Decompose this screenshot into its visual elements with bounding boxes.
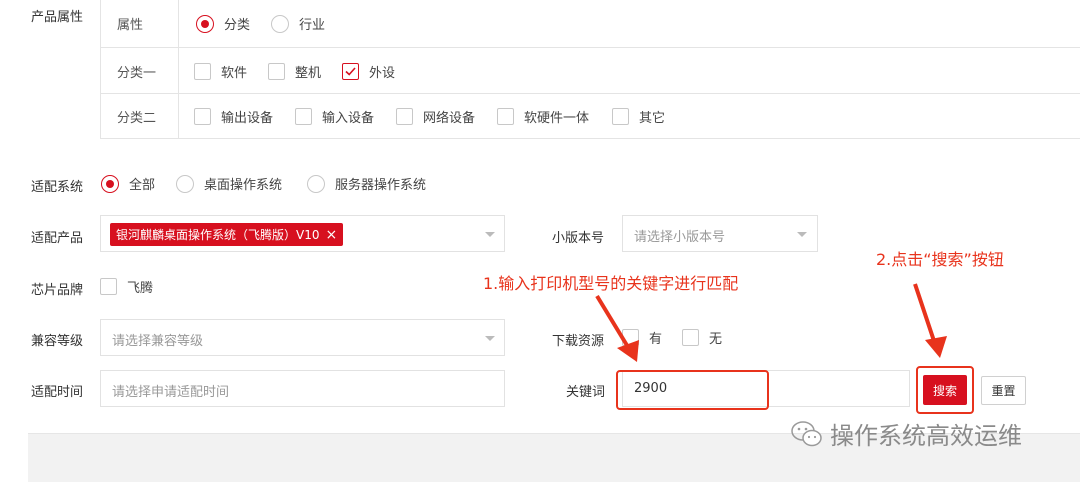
compat-level-label: 兼容等级 <box>31 334 84 349</box>
attr-option-industry[interactable]: 行业 <box>271 14 325 33</box>
cat1-option-peripheral[interactable]: 外设 <box>342 62 395 81</box>
radio-icon <box>307 174 325 193</box>
compat-level-placeholder: 请选择兼容等级 <box>112 334 204 349</box>
watermark-text: 操作系统高效运维 <box>830 422 1022 450</box>
minor-version-placeholder: 请选择小版本号 <box>634 230 726 245</box>
system-option-server[interactable]: 服务器操作系统 <box>307 174 426 193</box>
cat2-option-network[interactable]: 网络设备 <box>396 107 475 126</box>
adapt-product-select[interactable]: 银河麒麟桌面操作系统（飞腾版）V10 × <box>100 215 505 252</box>
cat1-option-software[interactable]: 软件 <box>194 62 247 81</box>
checkbox-icon <box>100 278 117 295</box>
chevron-down-icon <box>485 232 495 237</box>
adapt-product-label: 适配产品 <box>31 231 84 246</box>
wechat-icon <box>791 420 822 446</box>
product-attr-label: 产品属性 <box>31 10 84 25</box>
cat2-option-other[interactable]: 其它 <box>612 107 665 126</box>
chip-brand-label: 芯片品牌 <box>31 283 84 298</box>
cat2-option-integrated[interactable]: 软硬件一体 <box>497 107 589 126</box>
tag-close-icon[interactable]: × <box>325 227 337 243</box>
adapt-time-placeholder: 请选择申请适配时间 <box>112 385 230 400</box>
checkbox-icon <box>612 108 629 125</box>
cat1-option-machine[interactable]: 整机 <box>268 62 321 81</box>
checkbox-icon <box>682 329 699 346</box>
minor-version-select[interactable]: 请选择小版本号 <box>622 215 818 252</box>
search-button[interactable]: 搜索 <box>923 375 967 405</box>
product-attr-table: 属性 分类 行业 分类一 软件 整机 外设 分类二 输出设备 输入设备 网络设备… <box>100 0 1080 139</box>
checkbox-icon <box>194 108 211 125</box>
checkbox-icon <box>268 63 285 80</box>
attr-row-label: 属性 <box>117 18 144 33</box>
selected-product-tag: 银河麒麟桌面操作系统（飞腾版）V10 × <box>110 223 344 246</box>
checkbox-icon <box>194 63 211 80</box>
cat2-option-output[interactable]: 输出设备 <box>194 107 273 126</box>
watermark: 操作系统高效运维 <box>790 416 1022 451</box>
annotation-arrow-2 <box>913 283 947 358</box>
reset-button[interactable]: 重置 <box>981 376 1026 405</box>
cat2-option-input[interactable]: 输入设备 <box>295 107 374 126</box>
download-option-no[interactable]: 无 <box>682 328 722 347</box>
radio-checked-icon <box>101 174 119 193</box>
checkbox-icon <box>396 108 413 125</box>
compat-level-select[interactable]: 请选择兼容等级 <box>100 319 505 356</box>
minor-version-label: 小版本号 <box>552 231 605 246</box>
annotation-arrow-1 <box>595 294 639 362</box>
chevron-down-icon <box>797 232 807 237</box>
checkbox-icon <box>497 108 514 125</box>
attr-option-category[interactable]: 分类 <box>196 14 250 33</box>
keyword-label: 关键词 <box>566 385 606 400</box>
cat2-row-label: 分类二 <box>117 111 157 126</box>
chip-option-phytium[interactable]: 飞腾 <box>100 277 153 296</box>
cat1-row-label: 分类一 <box>117 66 157 81</box>
chevron-down-icon <box>485 336 495 341</box>
radio-checked-icon <box>196 14 214 33</box>
annotation-step2: 2.点击“搜索”按钮 <box>876 250 1004 269</box>
system-option-desktop[interactable]: 桌面操作系统 <box>176 174 282 193</box>
radio-icon <box>176 174 194 193</box>
checkbox-checked-icon <box>342 63 359 80</box>
adapt-system-label: 适配系统 <box>31 180 84 195</box>
radio-icon <box>271 14 289 33</box>
system-option-all[interactable]: 全部 <box>101 174 155 193</box>
adapt-time-input[interactable]: 请选择申请适配时间 <box>100 370 505 407</box>
checkbox-icon <box>295 108 312 125</box>
adapt-time-label: 适配时间 <box>31 385 84 400</box>
keyword-highlight-box <box>616 370 769 410</box>
